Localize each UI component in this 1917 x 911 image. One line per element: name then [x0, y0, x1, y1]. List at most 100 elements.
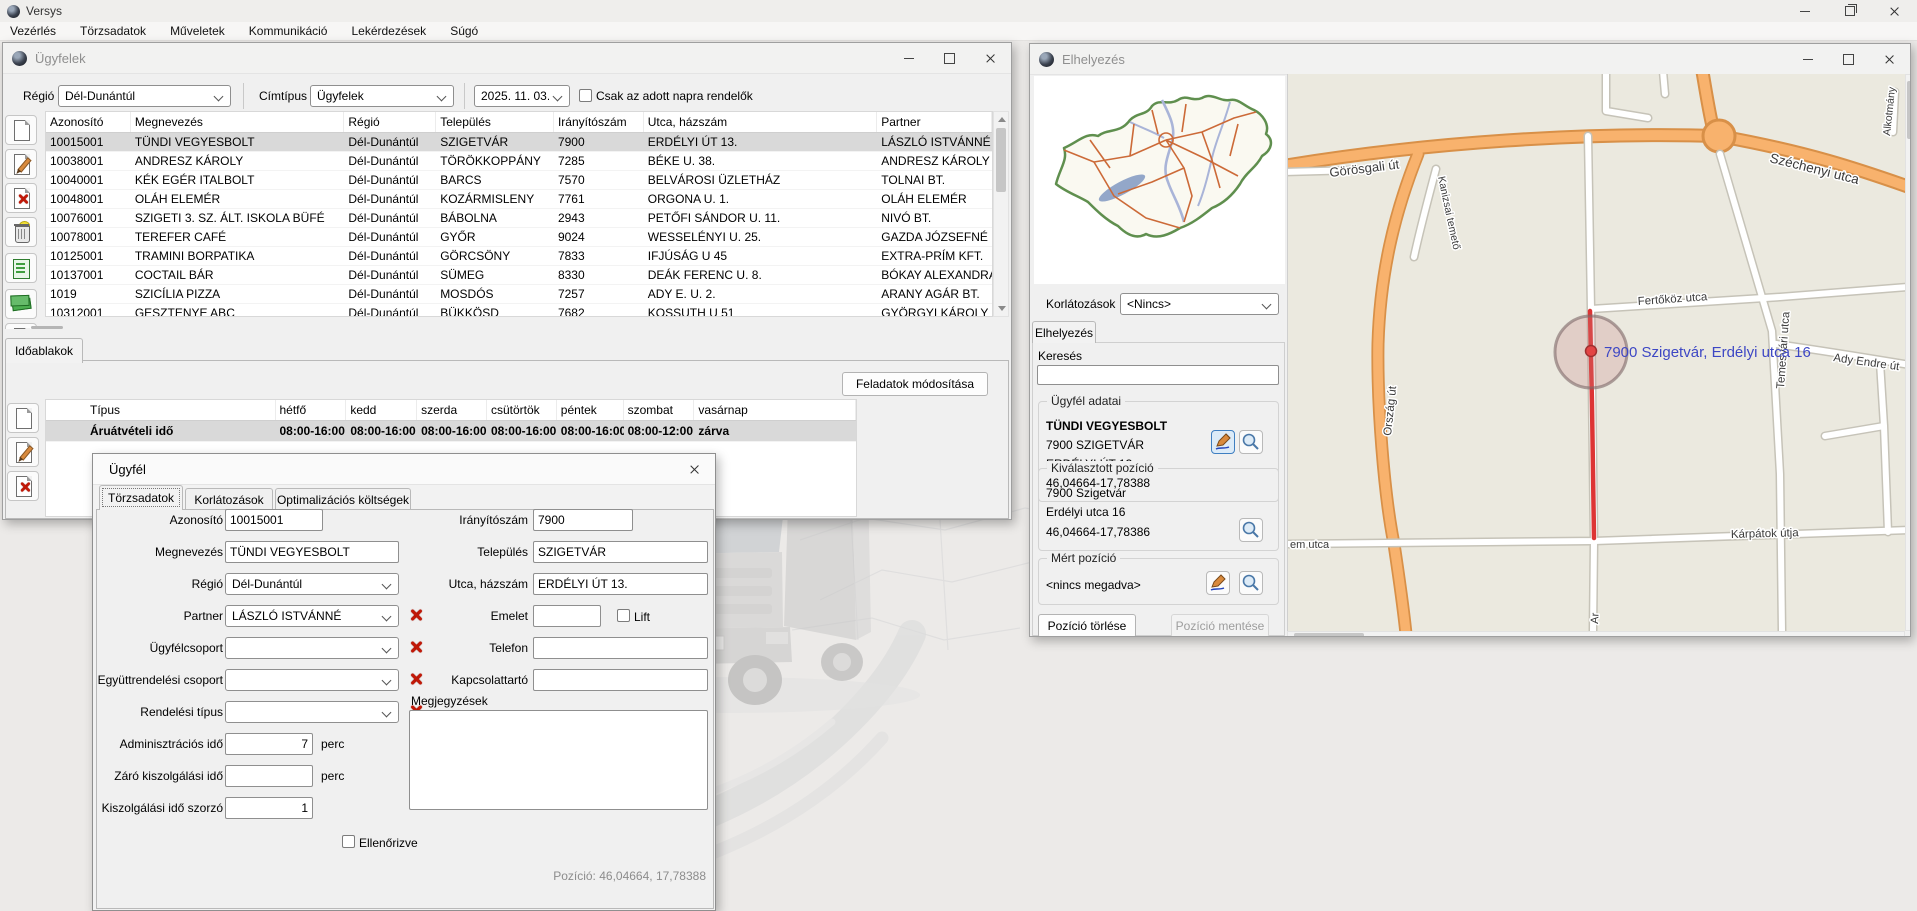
megnevezes-input[interactable]: [225, 541, 399, 563]
zoom-to-address-button[interactable]: [1239, 430, 1263, 454]
pozicio-mentese-button[interactable]: Pozíció mentése: [1171, 614, 1269, 637]
kapcsolattarto-input[interactable]: [533, 669, 708, 691]
maximize-button[interactable]: [929, 43, 970, 73]
edit-record-button[interactable]: [7, 437, 39, 467]
column-header[interactable]: Irányítószám: [554, 112, 644, 132]
azonosito-input[interactable]: [225, 509, 323, 531]
maximize-button[interactable]: [1828, 44, 1869, 74]
zaro-input[interactable]: [225, 765, 313, 787]
telefon-input[interactable]: [533, 637, 708, 659]
zoom-to-selected-button[interactable]: [1239, 518, 1263, 542]
column-header[interactable]: szerda: [417, 400, 487, 420]
minimize-button[interactable]: [888, 43, 929, 73]
table-row[interactable]: 1019SZICÍLIA PIZZADél-DunántúlMOSDÓS7257…: [46, 285, 992, 304]
table-row[interactable]: 10078001TEREFER CAFÉDél-DunántúlGYŐR9024…: [46, 228, 992, 247]
elhelyezes-titlebar[interactable]: Elhelyezés: [1030, 44, 1910, 75]
new-record-button[interactable]: [5, 115, 37, 145]
export-document-button[interactable]: [5, 253, 37, 283]
regio-select[interactable]: Dél-Dunántúl: [58, 85, 231, 107]
ugyfelek-titlebar[interactable]: Ügyfelek: [3, 43, 1011, 74]
scrollbar-thumb[interactable]: [1294, 633, 1364, 637]
column-header[interactable]: Megnevezés: [131, 112, 345, 132]
menu-item[interactable]: Súgó: [450, 24, 478, 38]
dialog-titlebar[interactable]: Ügyfél: [93, 454, 715, 485]
hungary-map-thumbnail[interactable]: [1034, 76, 1285, 284]
column-header[interactable]: vasárnap: [694, 400, 856, 420]
minimize-button[interactable]: [1787, 44, 1828, 74]
menu-item[interactable]: Kommunikáció: [249, 24, 328, 38]
table-row[interactable]: 10048001OLÁH ELEMÉRDél-DunántúlKOZÁRMISL…: [46, 190, 992, 209]
city-map[interactable]: Görösgali út Széchenyi utca Alkotmány Ka…: [1287, 74, 1906, 631]
menu-item[interactable]: Lekérdezések: [351, 24, 426, 38]
utca-input[interactable]: [533, 573, 708, 595]
column-header[interactable]: Utca, házszám: [644, 112, 878, 132]
iranyitoszam-input[interactable]: [533, 509, 633, 531]
only-today-checkbox[interactable]: [579, 89, 592, 102]
pozicio-torlese-button[interactable]: Pozíció törlése: [1038, 614, 1136, 637]
map-hscrollbar[interactable]: [1287, 631, 1905, 637]
telepules-input[interactable]: [533, 541, 708, 563]
delete-record-button[interactable]: [7, 471, 39, 501]
close-button[interactable]: [1869, 44, 1910, 74]
tab-optimalizacios-koltsegek[interactable]: Optimalizációs költségek: [275, 488, 411, 510]
edit-position-button[interactable]: [1211, 430, 1235, 454]
regio-select[interactable]: Dél-Dunántúl: [225, 573, 399, 595]
edit-record-button[interactable]: [5, 149, 37, 179]
column-header[interactable]: hétfő: [276, 400, 347, 420]
table-row[interactable]: Áruátvételi idő08:00-16:0008:00-16:0008:…: [46, 421, 856, 442]
column-header[interactable]: kedd: [346, 400, 417, 420]
feladatok-modositasa-button[interactable]: Feladatok módosítása: [842, 372, 988, 396]
column-header[interactable]: csütörtök: [487, 400, 557, 420]
tab-korlatozasok[interactable]: Korlátozások: [185, 488, 273, 510]
app-close-button[interactable]: [1872, 0, 1917, 22]
rendelesi-tipus-select[interactable]: [225, 701, 399, 723]
kereses-input[interactable]: [1037, 365, 1279, 385]
date-select[interactable]: 2025. 11. 03.: [474, 85, 570, 107]
lift-checkbox[interactable]: [617, 609, 630, 622]
szorzo-input[interactable]: [225, 797, 313, 819]
column-header[interactable]: szombat: [624, 400, 695, 420]
table-row[interactable]: 10040001KÉK EGÉR ITALBOLTDél-DunántúlBAR…: [46, 171, 992, 190]
tab-elhelyezes[interactable]: Elhelyezés: [1032, 321, 1096, 343]
map-vscrollbar[interactable]: [1905, 74, 1911, 631]
adminisztracios-input[interactable]: [225, 733, 313, 755]
column-header[interactable]: Partner: [877, 112, 992, 132]
column-header[interactable]: Típus: [46, 400, 276, 420]
close-button[interactable]: [970, 43, 1011, 73]
scrollbar-thumb[interactable]: [1907, 81, 1911, 139]
app-restore-button[interactable]: [1827, 0, 1872, 22]
table-row[interactable]: 10125001TRAMINI BORPATIKADél-DunántúlGÖR…: [46, 247, 992, 266]
trash-button[interactable]: [5, 217, 37, 247]
app-minimize-button[interactable]: [1782, 0, 1827, 22]
ellenorizve-checkbox[interactable]: [342, 835, 355, 848]
menu-item[interactable]: Törzsadatok: [80, 24, 146, 38]
column-header[interactable]: péntek: [557, 400, 624, 420]
column-header[interactable]: Település: [436, 112, 554, 132]
table-row[interactable]: 10038001ANDRESZ KÁROLYDél-DunántúlTÖRÖKK…: [46, 152, 992, 171]
tab-torzsadatok[interactable]: Törzsadatok: [99, 485, 183, 510]
table-row[interactable]: 10015001TÜNDI VEGYESBOLTDél-DunántúlSZIG…: [46, 133, 992, 152]
column-header[interactable]: Régió: [344, 112, 436, 132]
tab-idoablakok[interactable]: Időablakok: [5, 338, 83, 363]
clients-table-scrollbar[interactable]: [993, 111, 1009, 317]
scrollbar-thumb[interactable]: [996, 128, 1006, 192]
partner-select[interactable]: LÁSZLÓ ISTVÁNNÉ: [225, 605, 399, 627]
emelet-input[interactable]: [533, 605, 601, 627]
column-header[interactable]: Azonosító: [46, 112, 131, 132]
dialog-close-button[interactable]: [674, 454, 715, 484]
table-row[interactable]: 10076001SZIGETI 3. SZ. ÁLT. ISKOLA BÜFÉD…: [46, 209, 992, 228]
megjegyzesek-textarea[interactable]: [409, 710, 708, 810]
splitter-handle[interactable]: [31, 326, 63, 329]
ugyfelcsoport-select[interactable]: [225, 637, 399, 659]
table-row[interactable]: 10137001COCTAIL BÁRDél-DunántúlSÜMEG8330…: [46, 266, 992, 285]
new-record-button[interactable]: [7, 403, 39, 433]
korlatozasok-select[interactable]: <Nincs>: [1120, 293, 1279, 315]
money-export-button[interactable]: [5, 289, 37, 319]
table-row[interactable]: 10312001GESZTENYE ABCDél-DunántúlBÜKKÖSD…: [46, 304, 992, 317]
delete-record-button[interactable]: [5, 183, 37, 213]
menu-item[interactable]: Műveletek: [170, 24, 225, 38]
zoom-to-measured-button[interactable]: [1239, 571, 1263, 595]
egyuttrendelesi-select[interactable]: [225, 669, 399, 691]
edit-measured-button[interactable]: [1206, 571, 1230, 595]
cimtipus-select[interactable]: Ügyfelek: [310, 85, 454, 107]
